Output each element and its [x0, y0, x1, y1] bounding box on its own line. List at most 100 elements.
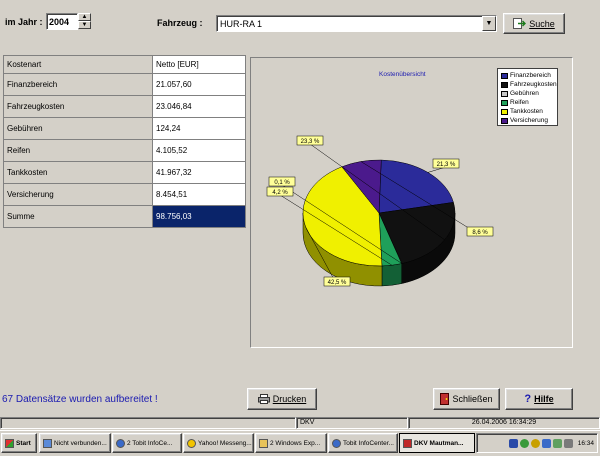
tray-clock: 16:34	[577, 439, 594, 447]
sum-value-cell: 98.756,03	[152, 205, 246, 228]
tray-messenger-icon[interactable]	[530, 438, 540, 448]
sum-label-cell: Summe	[3, 205, 153, 228]
table-sum-row[interactable]: Summe 98.756,03	[3, 205, 246, 228]
table-row[interactable]: Tankkosten 41.967,32	[3, 161, 246, 184]
network-icon	[43, 438, 52, 448]
table-row[interactable]: Reifen 4.105,52	[3, 139, 246, 162]
year-input[interactable]: 2004	[46, 13, 78, 30]
vehicle-select[interactable]: HUR-RA 1 ▼	[216, 15, 497, 32]
help-button-label: Hilfe	[534, 394, 554, 404]
data-label: 0,1 %	[274, 180, 290, 186]
print-button-label: Drucken	[272, 394, 307, 404]
cost-type-cell: Finanzbereich	[3, 73, 153, 96]
legend-swatch	[501, 117, 508, 124]
printer-icon	[257, 394, 270, 404]
legend-swatch	[501, 72, 508, 79]
legend-item: Fahrzeugkosten	[501, 80, 557, 89]
taskbar: Start Nicht verbunden... 2 Tobit InfoCe.…	[0, 430, 600, 456]
cost-value-cell: 4.105,52	[152, 139, 246, 162]
legend-item: Versicherung	[501, 116, 554, 125]
legend-label: Gebühren	[510, 90, 539, 97]
tray-speaker-icon[interactable]	[563, 438, 573, 448]
legend-item: Gebühren	[501, 89, 554, 98]
statusbar-app-code: DKV	[296, 417, 408, 429]
question-mark-icon: ?	[524, 393, 532, 405]
tray-antivirus-icon[interactable]	[552, 438, 562, 448]
taskbar-item-yahoo[interactable]: Yahoo! Messeng...	[183, 433, 254, 453]
column-header-netto: Netto [EUR]	[152, 55, 246, 74]
legend-swatch	[501, 90, 508, 97]
legend-item: Tankkosten	[501, 107, 554, 116]
cost-value-cell: 21.057,60	[152, 73, 246, 96]
cost-value-cell: 23.046,84	[152, 95, 246, 118]
statusbar-empty-cell	[0, 417, 296, 429]
search-button-label: Suche	[529, 18, 555, 29]
taskbar-item-label: Yahoo! Messeng...	[198, 439, 252, 447]
tray-app-icon[interactable]	[508, 438, 518, 448]
table-row[interactable]: Versicherung 8.454,51	[3, 183, 246, 206]
system-tray: 16:34	[476, 433, 598, 453]
data-label: 8,6 %	[472, 230, 488, 236]
cost-type-cell: Versicherung	[3, 183, 153, 206]
cost-value-cell: 41.967,32	[152, 161, 246, 184]
data-label: 42,5 %	[328, 280, 347, 286]
door-exit-icon	[440, 393, 450, 405]
tray-network-icon[interactable]	[541, 438, 551, 448]
legend-swatch	[501, 99, 508, 106]
data-label: 4,2 %	[272, 190, 288, 196]
pie-slice-side	[381, 263, 402, 287]
spin-down-icon[interactable]: ▼	[78, 21, 91, 29]
year-spinner[interactable]: ▲ ▼	[78, 13, 91, 30]
status-message: 67 Datensätze wurden aufbereitet !	[2, 394, 158, 405]
legend-label: Reifen	[510, 99, 529, 106]
windows-logo-icon	[5, 438, 14, 448]
cost-type-cell: Fahrzeugkosten	[3, 95, 153, 118]
taskbar-item-dkv[interactable]: DKV Mautman...	[399, 433, 475, 453]
statusbar-datetime: 26.04.2006 16:34:29	[408, 417, 600, 429]
year-label: im Jahr :	[5, 17, 43, 27]
tray-status-icon[interactable]	[519, 438, 529, 448]
taskbar-item-tobit-1[interactable]: 2 Tobit InfoCe...	[112, 433, 182, 453]
legend-swatch	[501, 108, 508, 115]
taskbar-item-label: Tobit InfoCenter...	[343, 439, 394, 447]
chart-legend: Finanzbereich Fahrzeugkosten Gebühren Re…	[497, 68, 558, 126]
cost-value-cell: 8.454,51	[152, 183, 246, 206]
legend-label: Fahrzeugkosten	[510, 81, 557, 88]
cost-type-cell: Reifen	[3, 139, 153, 162]
cost-type-cell: Gebühren	[3, 117, 153, 140]
dkv-icon	[403, 438, 412, 448]
taskbar-item-label: 2 Windows Exp...	[270, 439, 321, 447]
cost-value-cell: 124,24	[152, 117, 246, 140]
tobit-icon	[116, 438, 125, 448]
table-row[interactable]: Fahrzeugkosten 23.046,84	[3, 95, 246, 118]
folder-icon	[259, 438, 268, 448]
data-label: 23,3 %	[301, 139, 320, 145]
search-button[interactable]: Suche	[503, 13, 565, 34]
legend-label: Versicherung	[510, 117, 548, 124]
legend-label: Tankkosten	[510, 108, 543, 115]
table-row[interactable]: Gebühren 124,24	[3, 117, 246, 140]
legend-label: Finanzbereich	[510, 72, 551, 79]
help-button[interactable]: ? Hilfe	[505, 388, 573, 410]
spin-up-icon[interactable]: ▲	[78, 13, 91, 21]
dropdown-arrow-icon[interactable]: ▼	[482, 16, 496, 31]
chart-title: Kostenübersicht	[379, 71, 426, 78]
data-label: 21,3 %	[437, 162, 456, 168]
table-header-row: Kostenart Netto [EUR]	[3, 55, 246, 74]
yahoo-messenger-icon	[187, 438, 196, 448]
taskbar-item-label: Nicht verbunden...	[54, 439, 107, 447]
table-row[interactable]: Finanzbereich 21.057,60	[3, 73, 246, 96]
cost-table: Kostenart Netto [EUR] Finanzbereich 21.0…	[3, 55, 246, 228]
column-header-kostenart: Kostenart	[3, 55, 153, 74]
taskbar-item-tobit-2[interactable]: Tobit InfoCenter...	[328, 433, 398, 453]
legend-swatch	[501, 81, 508, 88]
search-arrow-icon	[513, 18, 527, 29]
taskbar-item-network[interactable]: Nicht verbunden...	[39, 433, 111, 453]
taskbar-item-label: 2 Tobit InfoCe...	[127, 439, 173, 447]
start-button[interactable]: Start	[1, 433, 37, 453]
print-button[interactable]: Drucken	[247, 388, 317, 410]
close-button[interactable]: Schließen	[433, 388, 500, 410]
start-button-label: Start	[16, 439, 31, 447]
taskbar-item-explorer[interactable]: 2 Windows Exp...	[255, 433, 327, 453]
legend-item: Finanzbereich	[501, 71, 554, 80]
